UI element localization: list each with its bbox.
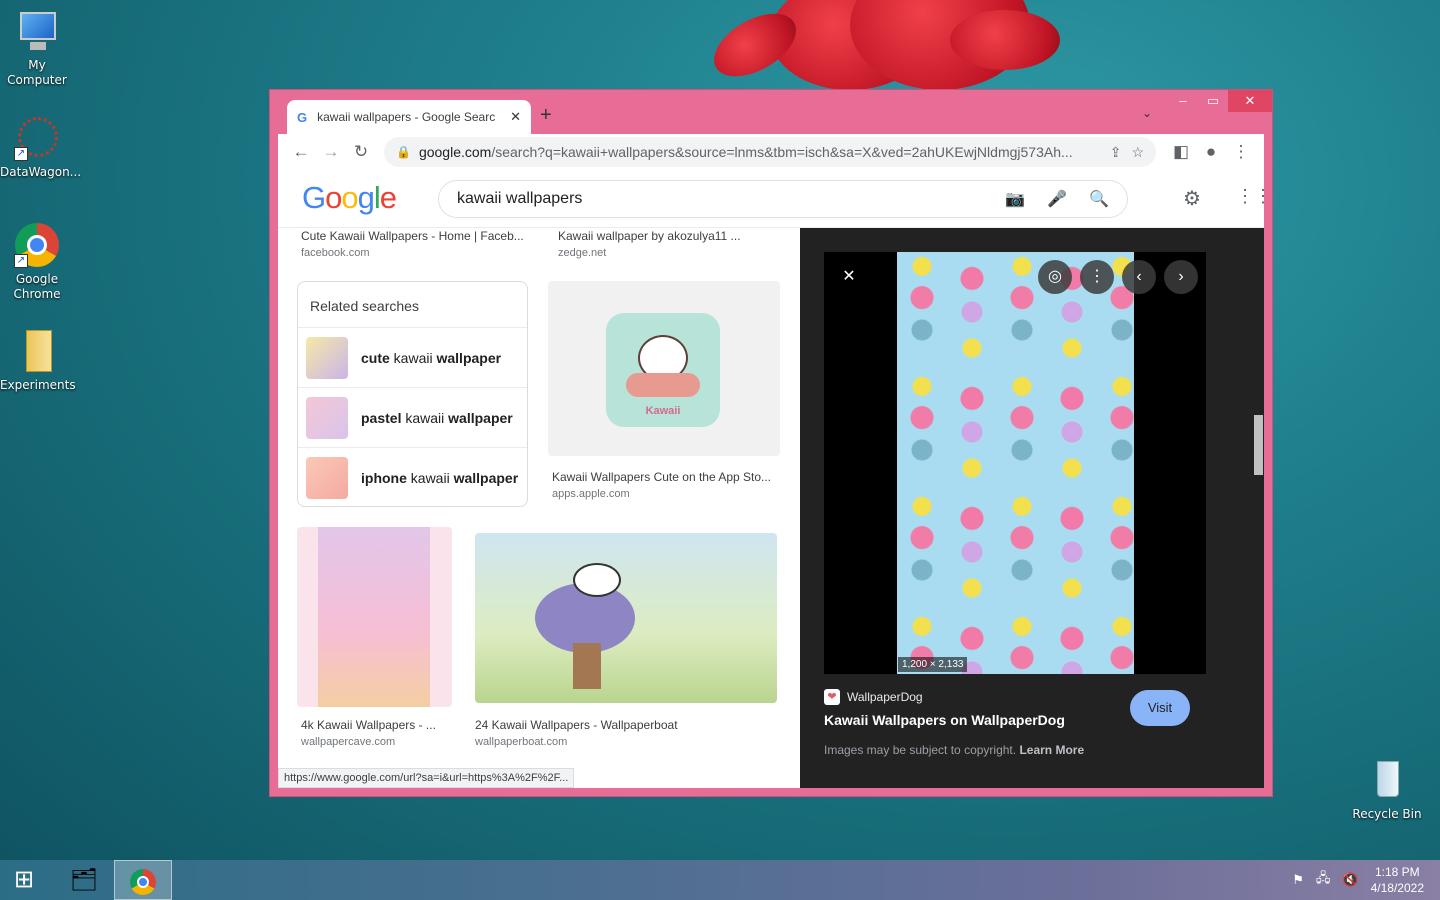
computer-icon [14,8,60,54]
new-tab-button[interactable]: + [540,104,552,127]
result-image-wallpapercave[interactable] [297,527,452,707]
google-favicon-icon: G [297,109,308,125]
image-results: Cute Kawaii Wallpapers - Home | Faceb...… [278,228,800,788]
desktop-icon-label: My Computer [7,58,67,87]
related-item-iphone[interactable]: iphone kawaii wallpaper [298,448,527,508]
desktop-icon-label: Google Chrome [13,272,61,301]
close-preview-button[interactable]: ✕ [832,260,866,294]
preview-title[interactable]: Kawaii Wallpapers on WallpaperDog [824,712,1065,728]
image-preview-panel: ✕ ◎ ⋮ ‹ › 1,200 × 2,133 ❤ WallpaperDog K… [800,228,1264,788]
clock-time: 1:18 PM [1374,865,1420,879]
result-caption[interactable]: 4k Kawaii Wallpapers - ... [301,718,436,732]
scrollbar-thumb[interactable] [1254,415,1263,475]
desktop-icon-label: Recycle Bin [1352,807,1422,821]
tab-strip: G kawaii wallpapers - Google Searc ✕ + ⌄ [278,90,1264,134]
shortcut-arrow-icon: ↗ [14,147,28,161]
next-image-button[interactable]: › [1164,260,1198,294]
browser-menu-icon[interactable]: ⋮ [1226,142,1256,162]
wallpaperdog-favicon-icon: ❤ [824,689,840,705]
address-bar[interactable]: 🔒 google.com/search?q=kawaii+wallpapers&… [384,137,1156,167]
search-box[interactable]: kawaii wallpapers 📷 🎤 🔍 [438,180,1128,218]
microphone-icon[interactable]: 🎤 [1047,189,1067,209]
app-store-result-image[interactable]: Kawaii [548,281,780,456]
profile-avatar-icon[interactable]: ● [1196,142,1226,162]
related-searches-card: Related searches cute kawaii wallpaper p… [297,281,528,507]
image-dimensions-badge: 1,200 × 2,133 [898,657,968,672]
result-source: zedge.net [558,247,607,259]
app-logo-text: Kawaii [645,405,681,417]
datawagon-icon: ↗ [14,115,60,161]
network-icon[interactable]: 🖧 [1316,869,1331,891]
search-icon[interactable]: 🔍 [1089,189,1109,209]
preview-image-frame: ✕ ◎ ⋮ ‹ › 1,200 × 2,133 [824,252,1206,674]
related-thumbnail [306,396,348,439]
bookmark-star-icon[interactable]: ☆ [1131,144,1144,161]
forward-button[interactable]: → [316,142,346,162]
tab-search-chevron-icon[interactable]: ⌄ [1142,106,1152,120]
result-source: wallpaperboat.com [475,736,568,748]
shortcut-arrow-icon: ↗ [14,254,28,268]
folder-icon [14,328,60,374]
preview-site-name: WallpaperDog [847,690,923,704]
related-thumbnail [306,336,348,379]
desktop-icon-my-computer[interactable]: My Computer [0,8,74,88]
recycle-bin-icon [1364,757,1410,803]
google-header: Google kawaii wallpapers 📷 🎤 🔍 ⚙ ⋮⋮ [278,170,1264,228]
lens-search-icon[interactable]: ◎ [1038,260,1072,294]
result-source: wallpapercave.com [301,736,396,748]
system-tray: ⚑ 🖧 🔇 1:18 PM 4/18/2022 [1292,860,1440,900]
start-button[interactable]: ⊞ [0,860,48,900]
url-text: google.com/search?q=kawaii+wallpapers&so… [418,144,1073,160]
result-caption[interactable]: 24 Kawaii Wallpapers - Wallpaperboat [475,718,678,732]
tab-google-search[interactable]: G kawaii wallpapers - Google Searc ✕ [287,100,531,134]
browser-toolbar: ← → ↻ 🔒 google.com/search?q=kawaii+wallp… [278,134,1264,170]
related-thumbnail [306,457,348,499]
tab-title: kawaii wallpapers - Google Searc [317,110,496,124]
lock-icon: 🔒 [396,145,411,159]
related-searches-heading: Related searches [298,282,527,328]
gear-icon[interactable]: ⚙ [1183,186,1201,211]
desktop-icon-label: DataWagon... [0,165,82,179]
desktop-icon-datawagon[interactable]: ↗ DataWagon... [0,115,82,180]
clock[interactable]: 1:18 PM 4/18/2022 [1371,864,1424,896]
page-viewport: Google kawaii wallpapers 📷 🎤 🔍 ⚙ ⋮⋮ Cute… [278,170,1264,788]
close-tab-icon[interactable]: ✕ [510,109,521,125]
desktop-icon-recycle-bin[interactable]: Recycle Bin [1350,757,1424,822]
chrome-window: – ▭ ✕ G kawaii wallpapers - Google Searc… [269,89,1273,797]
chrome-taskbar-icon[interactable] [114,860,172,900]
result-source: facebook.com [301,247,370,259]
learn-more-link[interactable]: Learn More [1019,743,1084,757]
more-options-icon[interactable]: ⋮ [1080,260,1114,294]
preview-site[interactable]: ❤ WallpaperDog [824,689,923,705]
previous-image-button[interactable]: ‹ [1122,260,1156,294]
desktop-icon-experiments[interactable]: Experiments [0,328,76,393]
flag-icon[interactable]: ⚑ [1292,872,1304,888]
page-vertical-scrollbar[interactable] [1251,170,1264,788]
google-logo[interactable]: Google [302,180,397,216]
side-panel-icon[interactable]: ◧ [1166,142,1196,162]
related-item-cute[interactable]: cute kawaii wallpaper [298,328,527,388]
search-input[interactable]: kawaii wallpapers [457,190,983,208]
share-icon[interactable]: ⇪ [1110,144,1122,161]
result-caption[interactable]: Kawaii wallpaper by akozulya11 ... [558,229,741,243]
result-caption[interactable]: Kawaii Wallpapers Cute on the App Sto... [552,470,771,484]
chrome-icon: ↗ [14,222,60,268]
camera-icon[interactable]: 📷 [1005,189,1025,209]
related-item-pastel[interactable]: pastel kawaii wallpaper [298,388,527,448]
clock-date: 4/18/2022 [1370,881,1424,895]
copyright-notice: Images may be subject to copyright. Lear… [824,743,1085,757]
preview-image[interactable] [897,252,1134,674]
back-button[interactable]: ← [286,142,316,162]
volume-muted-icon[interactable]: 🔇 [1342,872,1358,888]
result-image-wallpaperboat[interactable] [475,533,777,703]
desktop-icon-google-chrome[interactable]: ↗ Google Chrome [0,222,74,302]
file-explorer-taskbar-icon[interactable]: 🗂 [55,860,113,900]
status-bar-url: https://www.google.com/url?sa=i&url=http… [278,768,575,788]
result-source: apps.apple.com [552,488,630,500]
visit-button[interactable]: Visit [1130,690,1190,726]
reload-button[interactable]: ↻ [346,142,376,162]
result-caption[interactable]: Cute Kawaii Wallpapers - Home | Faceb... [301,229,524,243]
taskbar: ⊞ 🗂 ⚑ 🖧 🔇 1:18 PM 4/18/2022 [0,860,1440,900]
desktop-icon-label: Experiments [0,378,76,392]
